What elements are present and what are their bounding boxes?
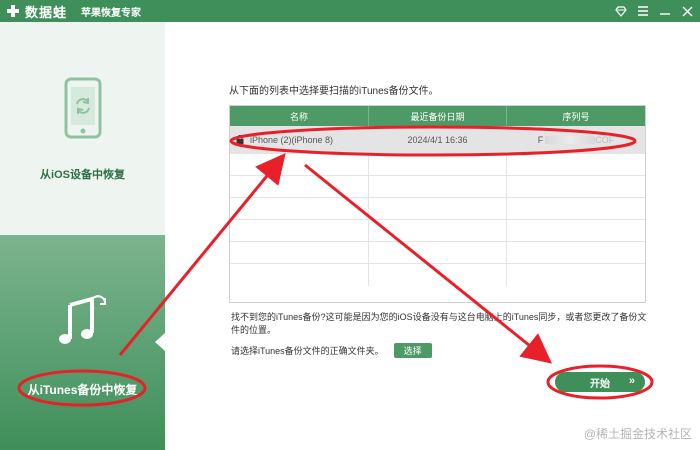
serial-suffix: COF bbox=[595, 134, 615, 145]
column-header-name[interactable]: 名称 bbox=[230, 106, 369, 126]
active-pointer bbox=[155, 333, 165, 351]
cell-date: 2024/4/1 16:36 bbox=[369, 126, 507, 153]
title-bar: 数据蛙 苹果恢复专家 bbox=[0, 0, 700, 22]
watermark: @稀土掘金技术社区 bbox=[583, 427, 692, 441]
phone-sync-icon bbox=[64, 77, 102, 144]
double-chevron-right-icon: » bbox=[628, 375, 635, 387]
table-row[interactable]: iPhone (2)(iPhone 8) 2024/4/1 16:36 F CO… bbox=[230, 126, 645, 154]
backup-table: 名称 最近备份日期 序列号 iPhone (2)(iPhone 8) 2024/… bbox=[229, 105, 646, 303]
table-header: 名称 最近备份日期 序列号 bbox=[230, 106, 645, 126]
window-controls bbox=[614, 0, 694, 22]
close-icon[interactable] bbox=[680, 4, 694, 18]
help-text: 找不到您的iTunes备份?这可能是因为您的iOS设备没有与这台电脑上的iTun… bbox=[231, 312, 647, 335]
table-row bbox=[230, 154, 645, 176]
cell-serial: F COF bbox=[507, 126, 645, 153]
app-name: 数据蛙 bbox=[25, 4, 68, 20]
serial-prefix: F bbox=[537, 134, 544, 145]
sidebar-item-itunes-recovery[interactable]: 从iTunes备份中恢复 bbox=[0, 235, 165, 450]
instruction-text: 从下面的列表中选择要扫描的iTunes备份文件。 bbox=[229, 86, 439, 97]
plus-icon bbox=[6, 4, 20, 18]
sidebar-item-label: 从iOS设备中恢复 bbox=[40, 169, 125, 181]
sidebar-item-ios-recovery[interactable]: 从iOS设备中恢复 bbox=[0, 22, 165, 235]
column-header-serial[interactable]: 序列号 bbox=[507, 106, 645, 126]
start-button-label: 开始 bbox=[590, 378, 610, 390]
cell-name: iPhone (2)(iPhone 8) bbox=[230, 126, 369, 153]
table-row bbox=[230, 220, 645, 242]
app-subtitle: 苹果恢复专家 bbox=[81, 7, 142, 19]
choose-folder-text: 请选择iTunes备份文件的正确文件夹。 bbox=[231, 346, 384, 356]
choose-folder-row: 请选择iTunes备份文件的正确文件夹。 选择 bbox=[231, 343, 432, 358]
table-row bbox=[230, 176, 645, 198]
music-note-icon bbox=[58, 295, 108, 352]
start-button[interactable]: 开始 » bbox=[555, 372, 645, 392]
table-row bbox=[230, 198, 645, 220]
table-row bbox=[230, 242, 645, 264]
choose-button[interactable]: 选择 bbox=[393, 343, 432, 358]
table-row bbox=[230, 264, 645, 286]
minimize-icon[interactable] bbox=[658, 4, 672, 18]
app-logo: 数据蛙 bbox=[6, 2, 67, 21]
backup-name: iPhone (2)(iPhone 8) bbox=[250, 134, 334, 145]
diamond-icon[interactable] bbox=[614, 4, 628, 18]
sidebar: 从iOS设备中恢复 从iTunes备份中恢复 bbox=[0, 22, 165, 450]
menu-icon[interactable] bbox=[636, 4, 650, 18]
column-header-date[interactable]: 最近备份日期 bbox=[369, 106, 507, 126]
sidebar-item-label: 从iTunes备份中恢复 bbox=[27, 383, 138, 397]
serial-redacted bbox=[545, 135, 596, 144]
lock-icon bbox=[236, 134, 244, 144]
